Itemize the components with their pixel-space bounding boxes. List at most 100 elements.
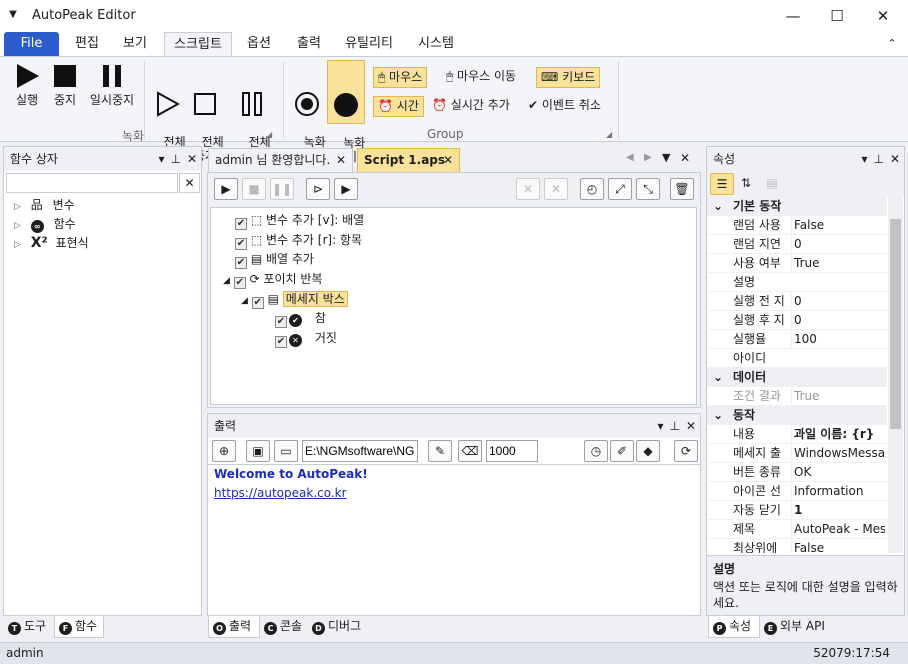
expand-arrow-icon[interactable]: ▷	[14, 240, 21, 250]
tree-item-expressions[interactable]: ▷ X² 표현식	[14, 234, 89, 253]
dialog-launcher-icon[interactable]: ◢	[606, 130, 612, 139]
scroll-tabs-right-icon[interactable]: ▶	[644, 152, 652, 163]
tree-item-functions[interactable]: ▷ ∞ 함수	[14, 215, 76, 234]
dropdown-icon[interactable]: ▾	[657, 419, 663, 433]
tree-node[interactable]: ✔ ⬚ 변수 추가 [v]: 배열	[235, 211, 364, 230]
property-row[interactable]: 사용 여부 True	[707, 254, 887, 273]
expand-arrow-icon[interactable]: ▷	[14, 221, 21, 231]
property-scrollbar[interactable]	[888, 197, 903, 553]
property-value[interactable]: 0	[791, 292, 885, 311]
tab-console[interactable]: C 콘솔	[260, 616, 310, 638]
tab-script-1[interactable]: Script 1.aps ✕	[357, 148, 460, 172]
tree-node-selected[interactable]: ◢ ✔ ▤ 메세지 박스	[241, 290, 348, 309]
property-value[interactable]: True	[791, 387, 885, 406]
close-tab-icon[interactable]: ✕	[443, 149, 453, 171]
mouse-toggle[interactable]: 🖱 마우스	[373, 67, 428, 88]
tab-edit[interactable]: 편집	[66, 32, 108, 57]
collapse-arrow-icon[interactable]: ◢	[241, 296, 248, 306]
close-panel-icon[interactable]: ✕	[686, 419, 696, 433]
maximize-button[interactable]: ☐	[814, 0, 860, 32]
close-tab-icon[interactable]: ✕	[336, 149, 346, 171]
output-path-field[interactable]	[302, 440, 418, 462]
property-row[interactable]: 랜덤 사용 False	[707, 216, 887, 235]
dialog-launcher-icon[interactable]: ◢	[266, 130, 272, 139]
tab-functions[interactable]: F 함수	[54, 616, 104, 638]
expand-all-button[interactable]: ⤢	[608, 178, 632, 200]
run-button[interactable]: 실행	[6, 63, 48, 107]
record-stop-button[interactable]: 녹화 중지	[327, 60, 365, 164]
tree-node[interactable]: ✔ ✕ 거짓	[275, 329, 337, 348]
tab-system[interactable]: 시스템	[410, 32, 462, 57]
property-row[interactable]: 제목 AutoPeak - Message	[707, 520, 887, 539]
eraser-button[interactable]: ⌫	[458, 440, 482, 462]
close-panel-icon[interactable]: ✕	[890, 152, 900, 166]
tab-output[interactable]: O 출력	[208, 616, 260, 638]
trash-button[interactable]: 🗑	[670, 178, 694, 200]
tree-node[interactable]: ✔ ✔ 참	[275, 309, 326, 328]
property-value[interactable]: Information	[791, 482, 885, 501]
open-folder-button[interactable]: ▭	[274, 440, 298, 462]
tab-debug[interactable]: D 디버그	[308, 616, 372, 638]
stop-button[interactable]: 중지	[46, 63, 84, 107]
tab-utility[interactable]: 유틸리티	[338, 32, 400, 57]
collapse-arrow-icon[interactable]: ◢	[223, 276, 230, 286]
tree-item-variables[interactable]: ▷ 品 변수	[14, 196, 75, 215]
tab-script[interactable]: 스크립트	[164, 32, 232, 57]
checkbox[interactable]: ✔	[235, 218, 247, 230]
clear-node-button[interactable]: ✕	[544, 178, 568, 200]
tab-external-api[interactable]: E 외부 API	[760, 616, 834, 638]
dropdown-icon[interactable]: ▾	[158, 152, 164, 166]
timestamp-button[interactable]: ◷	[584, 440, 608, 462]
pin-icon[interactable]: ⊥	[873, 152, 883, 166]
category-action[interactable]: ⌄ 동작	[707, 406, 887, 425]
checkbox[interactable]: ✔	[251, 297, 264, 309]
checkbox[interactable]: ✔	[235, 257, 247, 269]
property-row[interactable]: 최상위에 False	[707, 539, 887, 553]
checkbox[interactable]: ✔	[275, 316, 287, 328]
property-row[interactable]: 내용 과일 이름: {r}	[707, 425, 887, 444]
tree-node[interactable]: ◢ ✔ ⟳ 포이치 반복	[223, 270, 322, 289]
property-value[interactable]: AutoPeak - Message	[791, 520, 885, 539]
fill-button[interactable]: ◆	[636, 440, 660, 462]
clock-button[interactable]: ◴	[580, 178, 604, 200]
pause-button[interactable]: 일시중지	[86, 63, 138, 107]
property-row[interactable]: 랜덤 지연 0	[707, 235, 887, 254]
play-script-button[interactable]: ▶	[214, 178, 238, 200]
property-row[interactable]: 메세지 출 WindowsMessage	[707, 444, 887, 463]
property-value[interactable]: False	[791, 539, 885, 553]
property-value[interactable]: 과일 이름: {r}	[791, 425, 885, 444]
scroll-tabs-left-icon[interactable]: ◀	[626, 152, 634, 163]
property-pages-icon[interactable]: ▤	[760, 173, 784, 195]
tree-node[interactable]: ✔ ▤ 배열 추가	[235, 250, 314, 269]
collapse-ribbon-icon[interactable]: ⌃	[882, 32, 902, 57]
close-button[interactable]: ✕	[860, 0, 906, 32]
tab-list-icon[interactable]: ▼	[662, 151, 670, 164]
property-value[interactable]: WindowsMessage	[791, 444, 885, 463]
collapse-all-button[interactable]: ⤡	[636, 178, 660, 200]
collapse-arrow-icon[interactable]: ⌄	[713, 197, 723, 216]
property-value[interactable]: False	[791, 216, 885, 235]
property-row[interactable]: 아이콘 선 Information	[707, 482, 887, 501]
property-row[interactable]: 버튼 종류 OK	[707, 463, 887, 482]
collapse-arrow-icon[interactable]: ⌄	[713, 406, 723, 425]
tab-view[interactable]: 보기	[114, 32, 156, 57]
close-panel-icon[interactable]: ✕	[187, 152, 197, 166]
category-data[interactable]: ⌄ 데이터	[707, 368, 887, 387]
time-toggle[interactable]: ⏰ 시간	[373, 96, 424, 117]
property-value[interactable]: 0	[791, 235, 885, 254]
property-value[interactable]: True	[791, 254, 885, 273]
event-cancel-button[interactable]: ✔ 이벤트 취소	[524, 96, 605, 117]
tab-welcome[interactable]: admin 님 환영합니다. ✕	[208, 148, 353, 172]
close-document-icon[interactable]: ✕	[680, 151, 690, 165]
tab-tools[interactable]: T 도구	[4, 616, 52, 638]
pause-script-button[interactable]: ❚❚	[270, 178, 294, 200]
scrollbar-thumb[interactable]	[890, 219, 901, 429]
tab-file[interactable]: File	[4, 32, 59, 57]
property-row[interactable]: 실행율 100	[707, 330, 887, 349]
keyboard-toggle[interactable]: ⌨ 키보드	[536, 67, 601, 88]
run-to-end-button[interactable]: ▶	[334, 178, 358, 200]
log-link[interactable]: https://autopeak.co.kr	[214, 486, 347, 500]
stop-script-button[interactable]: ■	[242, 178, 266, 200]
mouse-move-toggle[interactable]: 🖱 마우스 이동	[442, 67, 520, 88]
property-row[interactable]: 실행 후 지 0	[707, 311, 887, 330]
